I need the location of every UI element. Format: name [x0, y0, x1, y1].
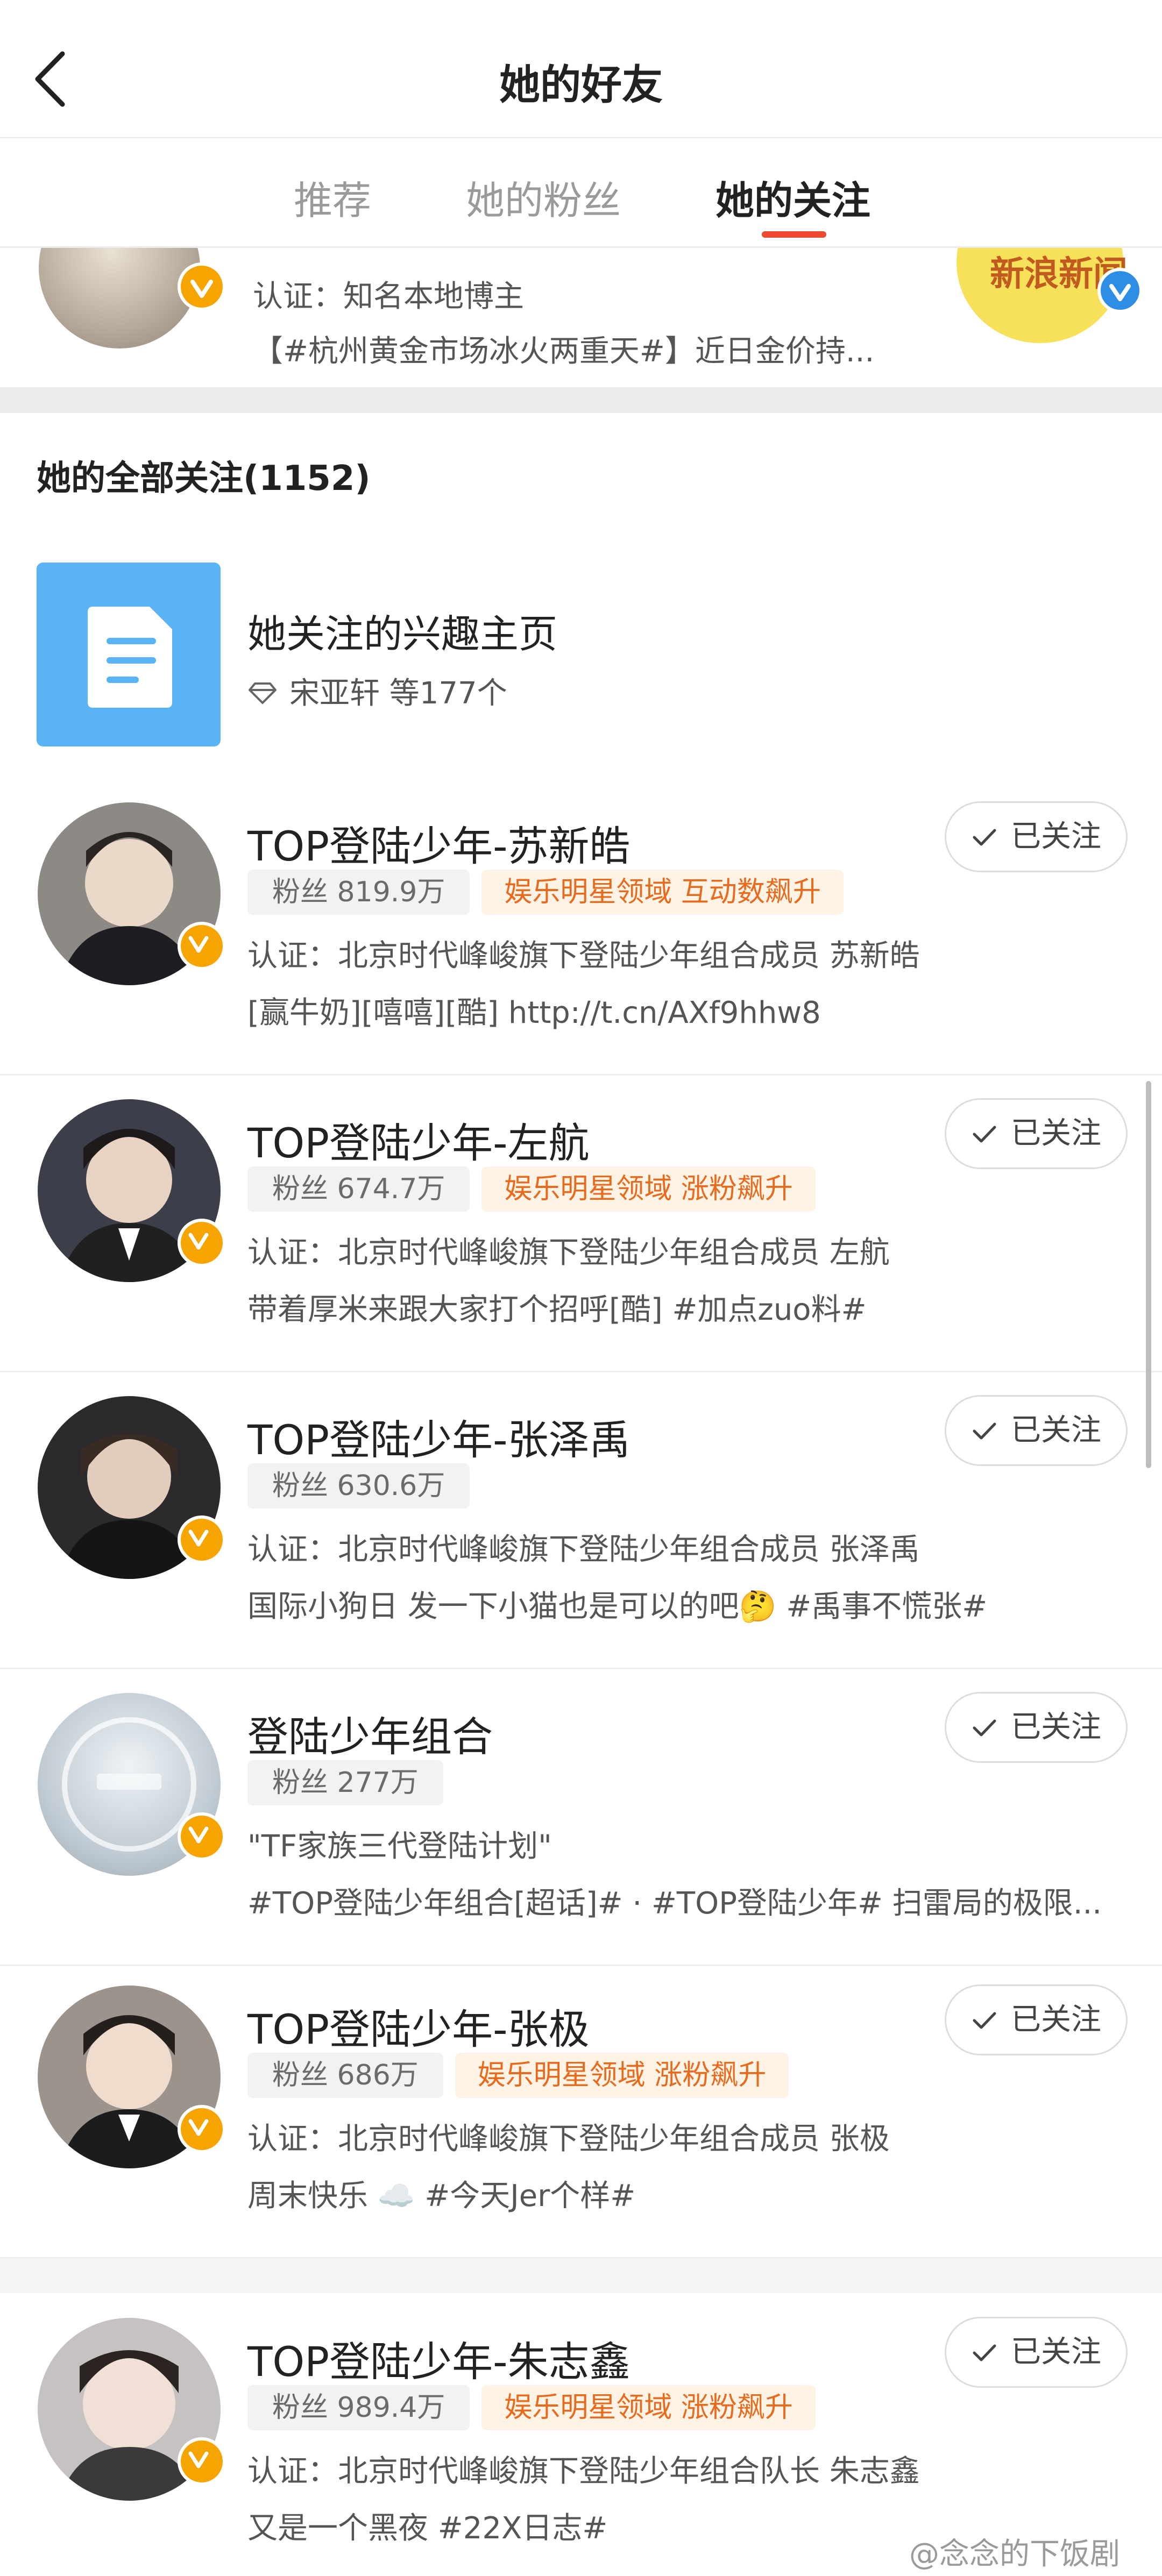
- verified-badge-icon: [178, 2437, 226, 2486]
- list-item[interactable]: TOP登陆少年-苏新皓 粉丝 819.9万 娱乐明星领域 互动数飙升 认证：北京…: [0, 781, 1162, 1076]
- user-name[interactable]: 登陆少年组合: [247, 1704, 493, 1763]
- followed-button[interactable]: 已关注: [945, 1984, 1128, 2055]
- followed-button[interactable]: 已关注: [945, 1692, 1128, 1763]
- interest-subtitle: 宋亚轩 等177个: [247, 669, 507, 713]
- follow-label: 已关注: [1011, 1116, 1101, 1151]
- recommended-card-partial[interactable]: 认证：知名本地博主 【#杭州黄金市场冰火两重天#】近日金价持... 新浪新闻: [0, 246, 1162, 387]
- fans-count: 粉丝 989.4万: [247, 2385, 470, 2430]
- list-item[interactable]: TOP登陆少年-张泽禹 粉丝 630.6万 认证：北京时代峰峻旗下登陆少年组合成…: [0, 1375, 1162, 1669]
- follow-label: 已关注: [1011, 1710, 1101, 1745]
- fans-count: 粉丝 819.9万: [247, 870, 470, 915]
- document-icon: [37, 563, 221, 746]
- avatar: [39, 246, 200, 348]
- latest-post-preview: 带着厚米来跟大家打个招呼[酷] #加点zuo料#: [247, 1292, 867, 1327]
- scrollbar[interactable]: [1146, 1081, 1151, 1468]
- section-title: 她的全部关注(1152): [37, 459, 371, 499]
- list-item[interactable]: 登陆少年组合 粉丝 277万 "TF家族三代登陆计划" #TOP登陆少年组合[超…: [0, 1671, 1162, 1966]
- user-name[interactable]: TOP登陆少年-苏新皓: [247, 813, 630, 872]
- verified-badge-icon: [178, 2105, 226, 2153]
- fans-count: 粉丝 277万: [247, 1760, 443, 1805]
- fans-count: 粉丝 630.6万: [247, 1463, 470, 1508]
- check-icon: [971, 1695, 998, 1763]
- verified-badge-icon: [178, 1812, 226, 1861]
- row-divider: [0, 1074, 1162, 1076]
- user-name[interactable]: TOP登陆少年-张极: [247, 1996, 590, 2055]
- follow-label: 已关注: [1011, 2002, 1101, 2037]
- verification-text: 认证：北京时代峰峻旗下登陆少年组合成员 左航: [247, 1235, 890, 1270]
- latest-post-preview: #TOP登陆少年组合[超话]# · #TOP登陆少年# 扫雷局的极限...: [247, 1886, 1102, 1921]
- tab-recommend[interactable]: 推荐: [294, 169, 371, 225]
- tab-her-following[interactable]: 她的关注: [715, 169, 870, 225]
- watermark: @念念的下饭剧: [909, 2537, 1120, 2572]
- follow-label: 已关注: [1011, 2335, 1101, 2369]
- verification-text: 认证：知名本地博主: [253, 279, 524, 314]
- follow-label: 已关注: [1011, 1413, 1101, 1448]
- latest-post-preview: 又是一个黑夜 #22X日志#: [247, 2511, 608, 2546]
- check-icon: [971, 2320, 998, 2388]
- check-icon: [971, 805, 998, 872]
- list-item[interactable]: TOP登陆少年-张极 粉丝 686万 娱乐明星领域 涨粉飙升 认证：北京时代峰峻…: [0, 1964, 1162, 2259]
- trend-tag: 娱乐明星领域 互动数飙升: [481, 870, 844, 915]
- page-title: 她的好友: [499, 61, 663, 109]
- verification-text: 认证：北京时代峰峻旗下登陆少年组合成员 张极: [247, 2122, 890, 2157]
- followed-button[interactable]: 已关注: [945, 1098, 1128, 1169]
- verification-text: 认证：北京时代峰峻旗下登陆少年组合队长 朱志鑫: [247, 2454, 920, 2489]
- trend-tag: 娱乐明星领域 涨粉飙升: [481, 1166, 816, 1212]
- tab-her-fans[interactable]: 她的粉丝: [466, 169, 621, 225]
- followed-button[interactable]: 已关注: [945, 2317, 1128, 2388]
- blue-verified-badge-icon: [1097, 268, 1143, 313]
- row-divider: [0, 1371, 1162, 1372]
- followed-button[interactable]: 已关注: [945, 801, 1128, 872]
- fans-count: 粉丝 686万: [247, 2053, 443, 2098]
- verification-text: 认证：北京时代峰峻旗下登陆少年组合成员 苏新皓: [247, 938, 920, 973]
- interest-subtitle-text: 宋亚轩 等177个: [289, 676, 507, 711]
- diamond-icon: [247, 678, 278, 713]
- section-separator: [0, 2259, 1162, 2293]
- fans-count: 粉丝 674.7万: [247, 1166, 470, 1212]
- section-separator: [0, 387, 1162, 413]
- check-icon: [971, 1398, 998, 1466]
- row-divider: [0, 1668, 1162, 1669]
- tab-bar: 推荐 她的粉丝 她的关注: [0, 139, 1162, 248]
- verified-badge-icon: [178, 922, 226, 970]
- interest-title: 她关注的兴趣主页: [247, 611, 558, 657]
- latest-post-preview: [赢牛奶][嘻嘻][酷] http://t.cn/AXf9hhw8: [247, 995, 821, 1030]
- post-preview: 【#杭州黄金市场冰火两重天#】近日金价持...: [253, 334, 875, 369]
- trend-tag: 娱乐明星领域 涨粉飙升: [455, 2053, 789, 2098]
- verified-badge-icon: [178, 262, 226, 311]
- followed-button[interactable]: 已关注: [945, 1395, 1128, 1466]
- check-icon: [971, 1101, 998, 1169]
- active-tab-indicator: [762, 231, 826, 238]
- check-icon: [971, 1988, 998, 2055]
- latest-post-preview: 周末快乐 ☁️ #今天Jer个样#: [247, 2179, 636, 2214]
- list-item[interactable]: TOP登陆少年-左航 粉丝 674.7万 娱乐明星领域 涨粉飙升 认证：北京时代…: [0, 1078, 1162, 1372]
- user-name[interactable]: TOP登陆少年-张泽禹: [247, 1407, 630, 1466]
- user-name[interactable]: TOP登陆少年-左航: [247, 1110, 590, 1169]
- latest-post-preview: 国际小狗日 发一下小猫也是可以的吧🤔 #禹事不慌张#: [247, 1589, 988, 1624]
- verified-badge-icon: [178, 1219, 226, 1267]
- follow-label: 已关注: [1011, 819, 1101, 854]
- verified-badge-icon: [178, 1515, 226, 1564]
- top-bar: 她的好友: [0, 0, 1162, 138]
- verification-text: 认证：北京时代峰峻旗下登陆少年组合成员 张泽禹: [247, 1532, 920, 1567]
- user-name[interactable]: TOP登陆少年-朱志鑫: [247, 2329, 630, 2388]
- trend-tag: 娱乐明星领域 涨粉飙升: [481, 2385, 816, 2430]
- verification-text: "TF家族三代登陆计划": [247, 1829, 552, 1864]
